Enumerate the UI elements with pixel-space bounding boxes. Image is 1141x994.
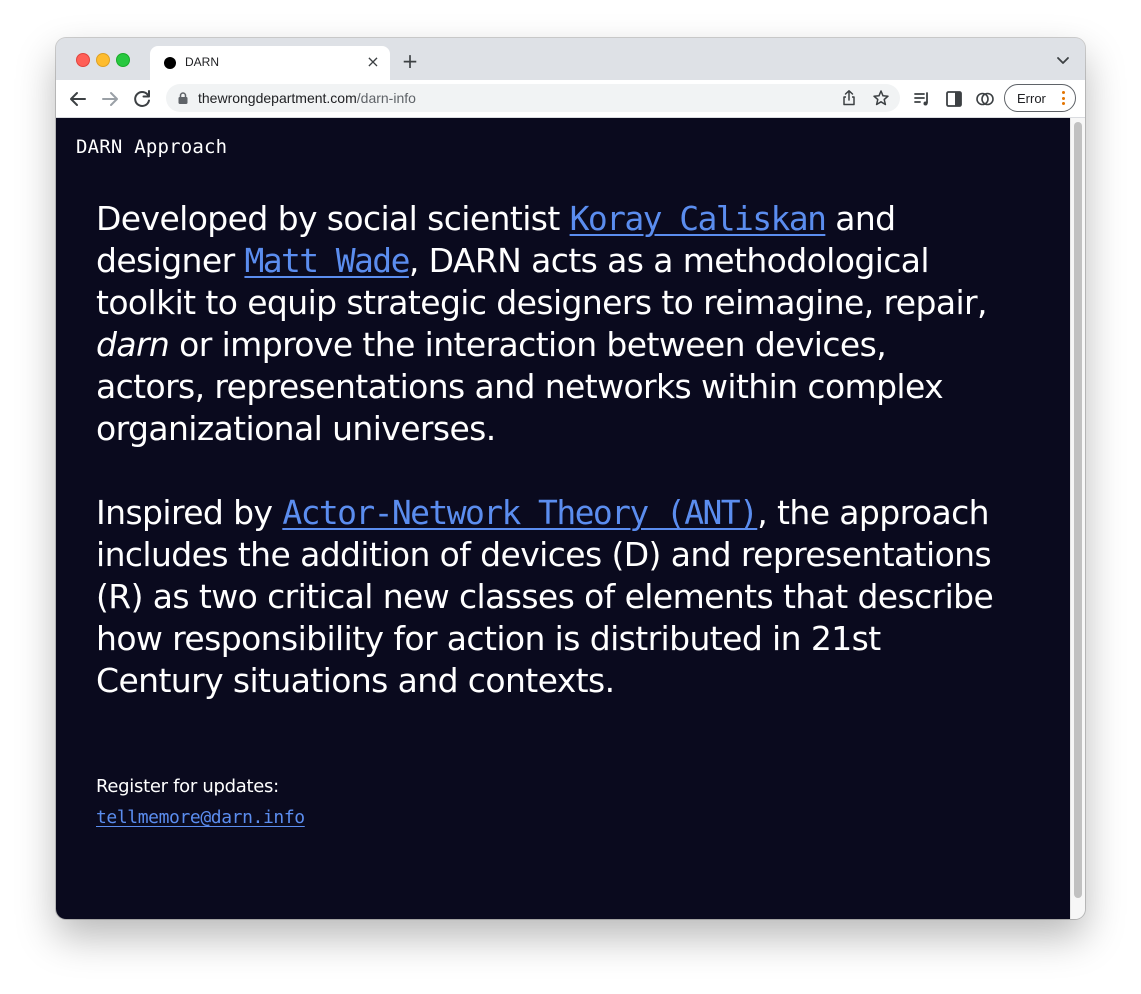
url-domain: thewrongdepartment.com bbox=[198, 90, 357, 106]
error-label: Error bbox=[1017, 91, 1046, 106]
url-path: /darn-info bbox=[356, 90, 416, 106]
vertical-scrollbar[interactable] bbox=[1070, 118, 1085, 919]
back-arrow-icon[interactable] bbox=[66, 87, 90, 111]
profile-icon[interactable] bbox=[975, 89, 995, 109]
kebab-menu-icon[interactable] bbox=[1062, 91, 1066, 107]
forward-arrow-icon[interactable] bbox=[98, 87, 122, 111]
email-link[interactable]: tellmemore@darn.info bbox=[96, 807, 305, 828]
actor-network-theory-link[interactable]: Actor-Network Theory (ANT) bbox=[282, 493, 759, 532]
tab-search-chevron-icon[interactable] bbox=[1055, 52, 1071, 68]
intro-text-a: Developed by social scientist bbox=[96, 199, 570, 238]
url-text[interactable]: thewrongdepartment.com/darn-info bbox=[198, 90, 416, 106]
close-tab-icon[interactable]: × bbox=[364, 53, 382, 71]
register-label: Register for updates: bbox=[96, 776, 279, 797]
close-window-button[interactable] bbox=[76, 53, 90, 67]
browser-window: DARN × + thewrongdepartment.com/darn-inf… bbox=[56, 38, 1085, 919]
tab-strip: DARN × + bbox=[56, 38, 1085, 80]
tab-darn[interactable]: DARN × bbox=[150, 46, 390, 80]
minimize-window-button[interactable] bbox=[96, 53, 110, 67]
error-profile-button[interactable]: Error bbox=[1004, 84, 1076, 112]
new-tab-button[interactable]: + bbox=[400, 51, 420, 71]
fullscreen-window-button[interactable] bbox=[116, 53, 130, 67]
matt-wade-link[interactable]: Matt Wade bbox=[244, 241, 410, 280]
intro-paragraph: Developed by social scientist Koray Cali… bbox=[96, 198, 996, 450]
address-bar[interactable]: thewrongdepartment.com/darn-info bbox=[166, 84, 900, 112]
intro-text-d: or improve the interaction between devic… bbox=[96, 325, 944, 448]
ant-paragraph: Inspired by Actor-Network Theory (ANT), … bbox=[96, 492, 996, 702]
koray-caliskan-link[interactable]: Koray Caliskan bbox=[570, 199, 827, 238]
browser-toolbar: thewrongdepartment.com/darn-info Error bbox=[56, 80, 1085, 118]
darn-emphasis: darn bbox=[96, 325, 170, 364]
site-title: DARN Approach bbox=[76, 136, 228, 158]
share-icon[interactable] bbox=[840, 89, 858, 107]
tab-title: DARN bbox=[185, 55, 220, 69]
reading-list-icon[interactable] bbox=[912, 89, 932, 109]
bookmark-star-icon[interactable] bbox=[872, 89, 890, 107]
lock-icon[interactable] bbox=[176, 91, 190, 105]
side-panel-icon[interactable] bbox=[944, 89, 964, 109]
ant-text-a: Inspired by bbox=[96, 493, 283, 532]
scrollbar-thumb[interactable] bbox=[1074, 122, 1082, 898]
reload-icon[interactable] bbox=[130, 87, 154, 111]
favicon-icon bbox=[164, 57, 176, 69]
page-content: DARN Approach Developed by social scient… bbox=[56, 118, 1070, 919]
